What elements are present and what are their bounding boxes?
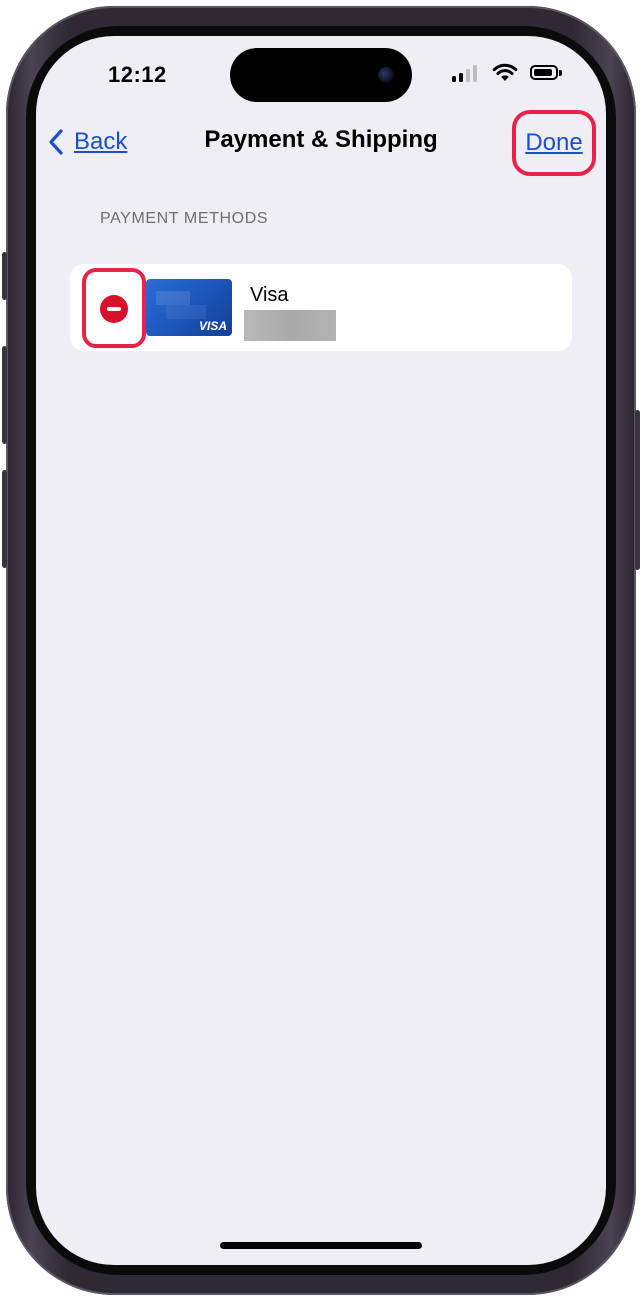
section-header-payment-methods: PAYMENT METHODS [100,210,269,227]
volume-up-button [2,346,7,444]
home-indicator[interactable] [220,1242,422,1249]
screen: 12:12 Back Payment & Shipping Done PAYME… [36,36,606,1265]
minus-circle-icon[interactable] [100,295,128,323]
card-thumbnail: VISA [146,279,232,336]
status-icons [452,63,564,84]
card-brand-logo: VISA [198,319,227,333]
power-button [635,410,640,570]
done-label[interactable]: Done [525,129,582,157]
status-time: 12:12 [108,62,167,87]
cellular-signal-icon [452,64,480,82]
action-button [2,252,7,300]
volume-down-button [2,470,7,568]
front-camera-icon [378,67,394,83]
card-name: Visa [250,284,289,306]
done-button[interactable]: Done [512,110,596,176]
card-number-redacted [244,310,336,341]
dynamic-island [230,48,412,102]
wifi-icon [492,63,518,81]
